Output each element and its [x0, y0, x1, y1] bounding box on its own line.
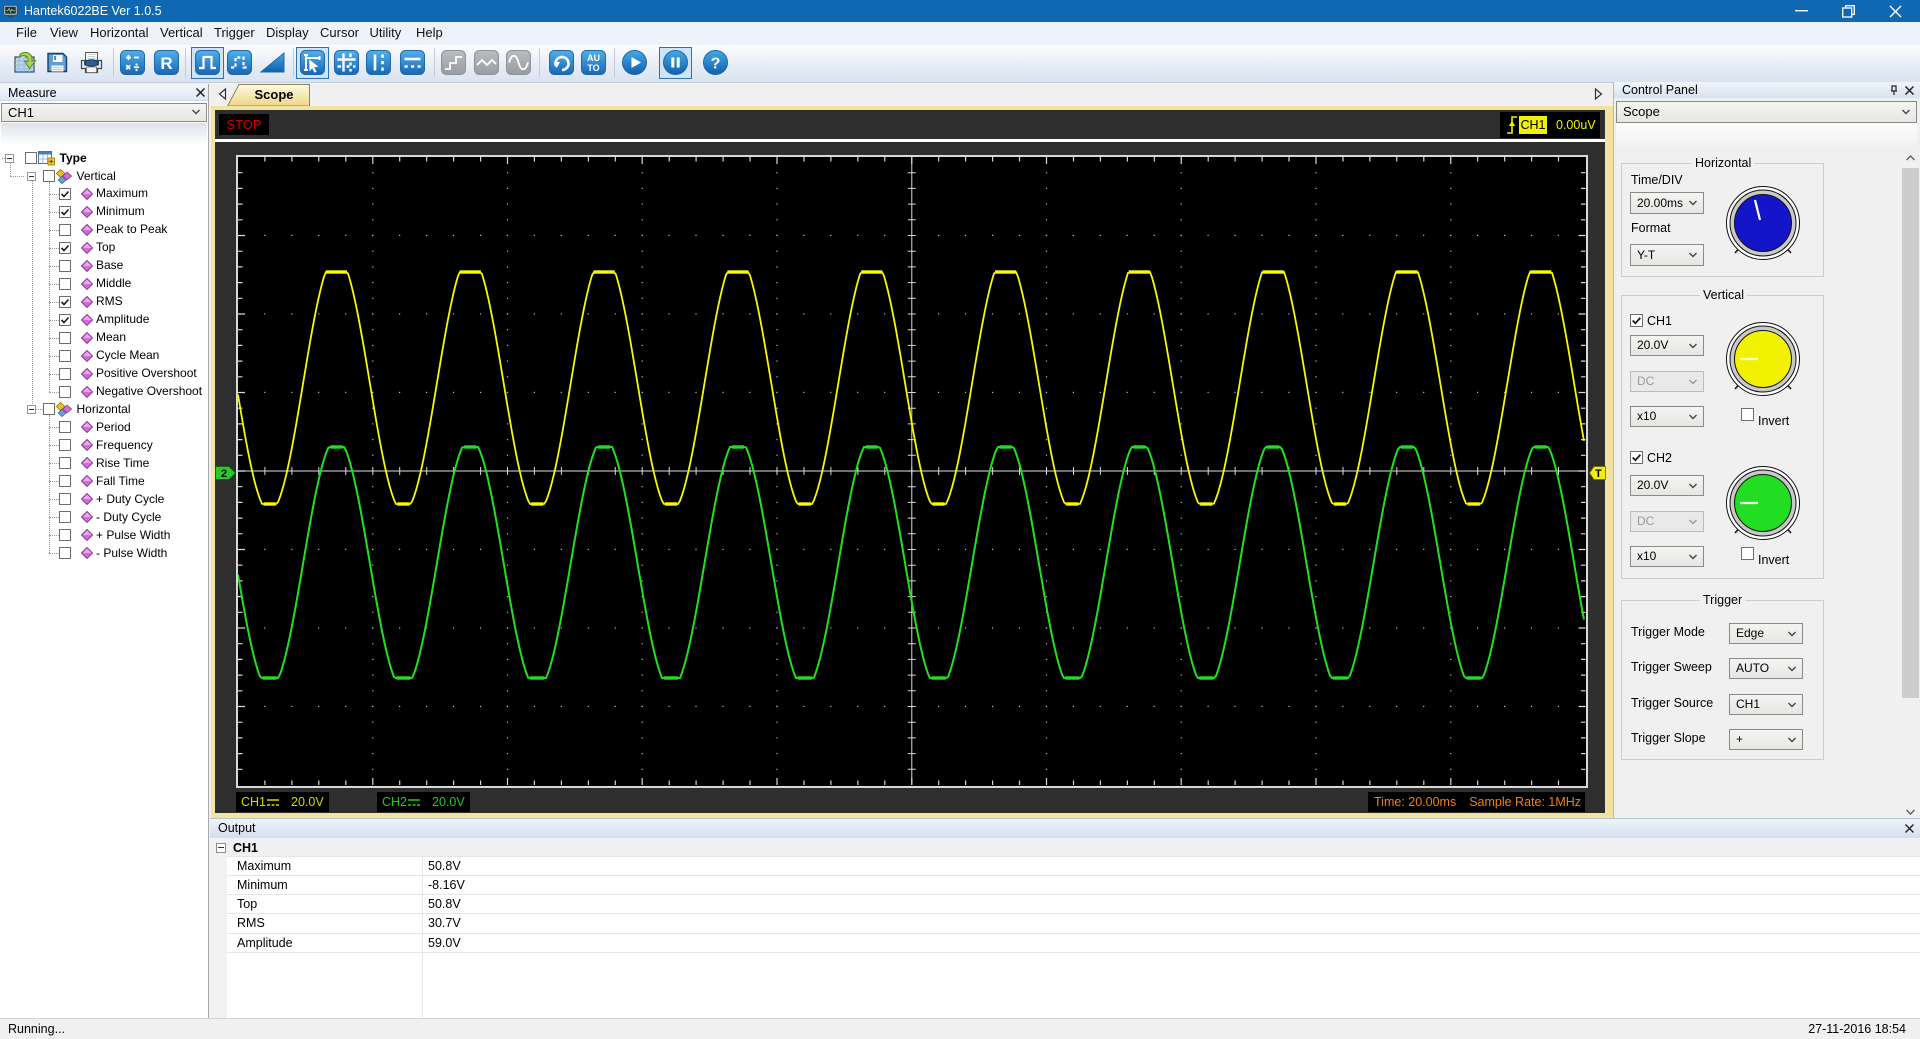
svg-text:2: 2: [221, 468, 227, 480]
svg-text:T: T: [1595, 468, 1602, 480]
svg-text:R: R: [160, 54, 172, 73]
svg-text:AU: AU: [587, 53, 600, 63]
svg-text:Scope: Scope: [254, 87, 293, 102]
svg-text:?: ?: [710, 56, 720, 73]
svg-text:TO: TO: [587, 63, 599, 73]
